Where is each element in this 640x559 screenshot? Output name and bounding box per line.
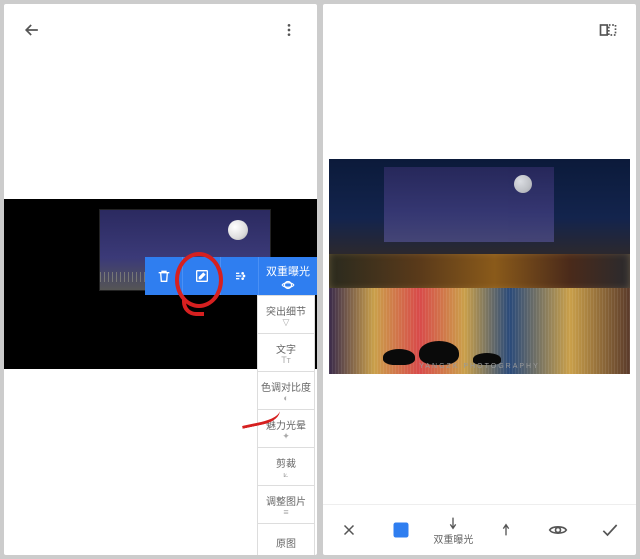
delete-step-button[interactable] xyxy=(145,257,183,295)
topbar-right xyxy=(323,4,636,56)
menu-item-crop[interactable]: 剪裁 ⟀ xyxy=(257,448,315,486)
blend-mode-label: 双重曝光 xyxy=(433,531,473,546)
text-icon: Tᴛ xyxy=(281,356,291,365)
reedit-step-button[interactable] xyxy=(183,257,221,295)
menu-item-label: 魅力光晕 xyxy=(266,417,306,432)
menu-item-tonal[interactable]: 色调对比度 ◐ xyxy=(257,372,315,410)
menu-item-text[interactable]: 文字 Tᴛ xyxy=(257,334,315,372)
menu-item-label: 原图 xyxy=(276,535,296,550)
preview-button[interactable] xyxy=(538,523,578,537)
photo-watermark: YANGZK PHOTOGRAPHY xyxy=(329,363,630,370)
edit-history-menu: 突出细节 ▽ 文字 Tᴛ 色调对比度 ◐ 魅力光晕 ✦ 剪裁 ⟀ 调整图片 ≡ xyxy=(257,295,315,555)
apply-button[interactable] xyxy=(590,522,630,538)
menu-item-detail[interactable]: 突出细节 ▽ xyxy=(257,295,315,334)
cancel-button[interactable] xyxy=(329,521,369,539)
edit-stack-head-label: 双重曝光 xyxy=(266,263,310,279)
foreground-rocks xyxy=(419,341,459,365)
blend-mode-button[interactable]: 双重曝光 xyxy=(433,515,473,546)
opacity-button[interactable] xyxy=(486,522,526,538)
back-button[interactable] xyxy=(18,16,46,44)
city-skyline xyxy=(329,254,630,293)
tonal-icon: ◐ xyxy=(283,394,288,403)
menu-item-label: 剪裁 xyxy=(276,455,296,470)
overlay-photo xyxy=(384,167,554,242)
menu-item-label: 色调对比度 xyxy=(261,379,311,394)
add-image-button[interactable] xyxy=(381,521,421,539)
menu-item-label: 调整图片 xyxy=(266,493,306,508)
brush-mask-button[interactable] xyxy=(221,257,259,295)
water-reflection xyxy=(329,288,630,374)
menu-item-glamour[interactable]: 魅力光晕 ✦ xyxy=(257,410,315,448)
edit-stack-head[interactable]: 双重曝光 xyxy=(259,257,317,295)
tune-icon: ≡ xyxy=(283,508,288,517)
menu-item-label: 文字 xyxy=(276,341,296,356)
topbar-left xyxy=(4,4,317,56)
compare-button[interactable] xyxy=(594,16,622,44)
phone-screen-right: YANGZK PHOTOGRAPHY 双重曝光 xyxy=(323,4,636,555)
moon-icon xyxy=(514,175,532,193)
more-button[interactable] xyxy=(275,16,303,44)
phone-screen-left: 双重曝光 突出细节 ▽ 文字 Tᴛ 色调对比度 ◐ 魅力光晕 ✦ xyxy=(4,4,317,555)
moon-icon xyxy=(228,220,248,240)
crop-icon: ⟀ xyxy=(283,470,288,479)
menu-item-original[interactable]: 原图 xyxy=(257,524,315,555)
menu-item-label: 突出细节 xyxy=(266,303,306,318)
image-canvas-right: YANGZK PHOTOGRAPHY xyxy=(329,159,630,374)
bottom-toolbar: 双重曝光 xyxy=(323,504,636,555)
edit-stack-toolbar: 双重曝光 xyxy=(145,257,317,295)
details-icon: ▽ xyxy=(283,318,290,327)
menu-item-tune[interactable]: 调整图片 ≡ xyxy=(257,486,315,524)
glow-icon: ✦ xyxy=(282,432,290,441)
